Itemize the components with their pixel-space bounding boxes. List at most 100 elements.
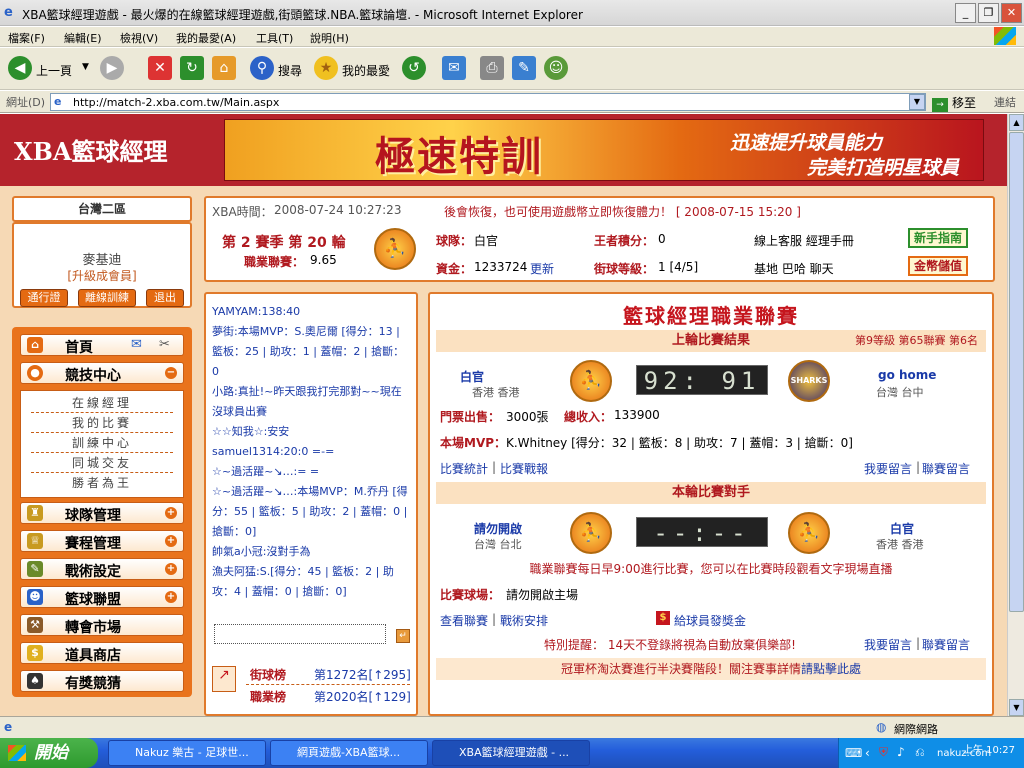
gold-recharge-button[interactable]: 金幣儲值 xyxy=(908,256,968,276)
street-rank-value[interactable]: 第1272名[↑295] xyxy=(314,666,411,683)
offline-training-button[interactable]: 離線訓練 xyxy=(78,289,136,307)
service-links[interactable]: 線上客服 經理手冊 xyxy=(754,232,854,249)
scroll-thumb[interactable] xyxy=(1009,132,1024,612)
next-away-team[interactable]: 白官 xyxy=(890,520,914,537)
ime-icon[interactable]: ⌨ xyxy=(845,746,862,760)
comment-link-2[interactable]: 我要留言 xyxy=(864,636,912,653)
edit-icon[interactable]: ✎ xyxy=(512,56,536,80)
tickets-value: 3000張 xyxy=(506,410,549,424)
messenger-icon[interactable]: ☺ xyxy=(544,56,568,80)
minimize-button[interactable]: _ xyxy=(955,3,976,23)
speaker-icon[interactable]: ♪ xyxy=(897,745,905,759)
refresh-icon[interactable]: ↻ xyxy=(180,56,204,80)
mail-icon[interactable]: ✉ xyxy=(131,337,142,352)
links-label[interactable]: 連結 xyxy=(994,94,1016,110)
back-arrow-icon[interactable]: ◀ xyxy=(8,56,32,80)
tools-icon[interactable]: ✂ xyxy=(159,337,170,352)
site-logo[interactable]: XBA籃球經理 xyxy=(14,132,168,167)
task-nakuz[interactable]: Nakuz 樂古 - 足球世... xyxy=(108,740,266,766)
start-button[interactable]: 開始 xyxy=(0,738,98,768)
upgrade-link[interactable]: [升級成會員] xyxy=(14,267,190,284)
task-xba-web[interactable]: 網頁遊戲-XBA籃球... xyxy=(270,740,428,766)
sub-winner[interactable]: 勝者為王 xyxy=(31,473,173,493)
match-report-link[interactable]: 比賽戰報 xyxy=(500,460,548,477)
history-icon[interactable]: ↺ xyxy=(402,56,426,80)
nav-tactics[interactable]: ✎ 戰術設定 + xyxy=(20,558,184,580)
sub-online-managers[interactable]: 在線經理 xyxy=(31,393,173,413)
nav-transfer[interactable]: ⚒ 轉會市場 xyxy=(20,614,184,636)
menu-file[interactable]: 檔案(F) xyxy=(8,30,45,46)
tactics-link[interactable]: 戰術安排 xyxy=(500,612,548,629)
vertical-scrollbar[interactable]: ▲ ▼ xyxy=(1007,114,1024,716)
home-icon[interactable]: ⌂ xyxy=(212,56,236,80)
address-input[interactable]: e http://match-2.xba.com.tw/Main.aspx xyxy=(50,93,926,111)
sub-my-matches[interactable]: 我的比賽 xyxy=(31,413,173,433)
next-home-team[interactable]: 請勿開啟 xyxy=(474,520,522,537)
forward-arrow-icon[interactable]: ▶ xyxy=(100,56,124,80)
nav-home[interactable]: ⌂ 首頁 ✉ ✂ xyxy=(20,334,184,356)
cup-link[interactable]: 請點擊此處 xyxy=(801,662,861,676)
logout-button[interactable]: 退出 xyxy=(146,289,184,307)
base-links[interactable]: 基地 巴哈 聊天 xyxy=(754,260,834,277)
close-button[interactable]: ✕ xyxy=(1001,3,1022,23)
promo-banner[interactable]: 極速特訓 迅速提升球員能力 完美打造明星球員 xyxy=(224,119,984,181)
favorites-star-icon[interactable]: ★ xyxy=(314,56,338,80)
basketball-icon: ● xyxy=(27,365,43,381)
cup-notice: 冠軍杯淘汰賽進行半決賽階段！關注賽事詳情請點擊此處 xyxy=(436,658,986,680)
bonus-link[interactable]: 給球員發獎金 xyxy=(674,612,746,629)
expand-icon[interactable]: + xyxy=(165,563,177,575)
passport-button[interactable]: 通行證 xyxy=(20,289,68,307)
stop-icon[interactable]: ✕ xyxy=(148,56,172,80)
pro-rank-value[interactable]: 第2020名[↑129] xyxy=(314,688,411,705)
restore-button[interactable]: ❐ xyxy=(978,3,999,23)
next-home-city: 台灣 台北 xyxy=(474,538,522,551)
scroll-up-icon[interactable]: ▲ xyxy=(1009,114,1024,131)
home-team-name[interactable]: 白官 xyxy=(460,368,484,385)
chat-input[interactable] xyxy=(214,624,386,644)
nav-team-management[interactable]: ♜ 球隊管理 + xyxy=(20,502,184,524)
arrow-icon[interactable]: ‹ xyxy=(865,746,870,760)
address-dropdown-icon[interactable]: ▼ xyxy=(909,94,925,110)
league-comment-link-2[interactable]: 聯賽留言 xyxy=(922,636,970,653)
league-comment-link[interactable]: 聯賽留言 xyxy=(922,460,970,477)
menu-tools[interactable]: 工具(T) xyxy=(256,30,293,46)
last-result-label: 上輪比賽結果 xyxy=(671,333,750,348)
expand-icon[interactable]: + xyxy=(165,535,177,547)
nav-quiz[interactable]: ♠ 有獎競猜 xyxy=(20,670,184,692)
time-label: XBA時間： xyxy=(212,205,273,219)
beginner-guide-button[interactable]: 新手指南 xyxy=(908,228,968,248)
address-url: http://match-2.xba.com.tw/Main.aspx xyxy=(73,96,280,109)
shield-icon[interactable]: ⛨ xyxy=(879,745,888,760)
back-button[interactable]: 上一頁 xyxy=(36,62,72,79)
search-icon[interactable]: ⚲ xyxy=(250,56,274,80)
menu-edit[interactable]: 編輯(E) xyxy=(64,30,102,46)
chat-send-button[interactable]: ↵ xyxy=(396,629,410,643)
nav-schedule[interactable]: ♕ 賽程管理 + xyxy=(20,530,184,552)
task-xba-game[interactable]: XBA籃球經理遊戲 - ... xyxy=(432,740,590,766)
expand-icon[interactable]: + xyxy=(165,591,177,603)
search-button[interactable]: 搜尋 xyxy=(278,62,302,79)
menu-help[interactable]: 說明(H) xyxy=(310,30,349,46)
away-team-name[interactable]: go home xyxy=(878,368,936,382)
update-link[interactable]: 更新 xyxy=(530,260,554,277)
print-icon[interactable]: ⎙ xyxy=(480,56,504,80)
menu-view[interactable]: 檢視(V) xyxy=(120,30,158,46)
nav-shop[interactable]: $ 道具商店 xyxy=(20,642,184,664)
view-league-link[interactable]: 查看聯賽 xyxy=(440,612,488,629)
nav-league[interactable]: ☻ 籃球聯盟 + xyxy=(20,586,184,608)
sub-local-friends[interactable]: 同城交友 xyxy=(31,453,173,473)
collapse-icon[interactable]: − xyxy=(165,367,177,379)
menu-favorites[interactable]: 我的最愛(A) xyxy=(176,30,236,46)
sub-training-center[interactable]: 訓練中心 xyxy=(31,433,173,453)
expand-icon[interactable]: + xyxy=(165,507,177,519)
back-dropdown-icon[interactable]: ▼ xyxy=(82,62,89,72)
nav-competition[interactable]: ● 競技中心 − xyxy=(20,362,184,384)
comment-link[interactable]: 我要留言 xyxy=(864,460,912,477)
mail-icon[interactable]: ✉ xyxy=(442,56,466,80)
go-button[interactable]: → 移至 xyxy=(932,94,976,112)
favorites-button[interactable]: 我的最愛 xyxy=(342,62,390,79)
network-icon[interactable]: ⎌ xyxy=(915,745,925,760)
scroll-down-icon[interactable]: ▼ xyxy=(1009,699,1024,716)
league-icon: ☻ xyxy=(27,589,43,605)
match-stats-link[interactable]: 比賽統計 xyxy=(440,460,488,477)
